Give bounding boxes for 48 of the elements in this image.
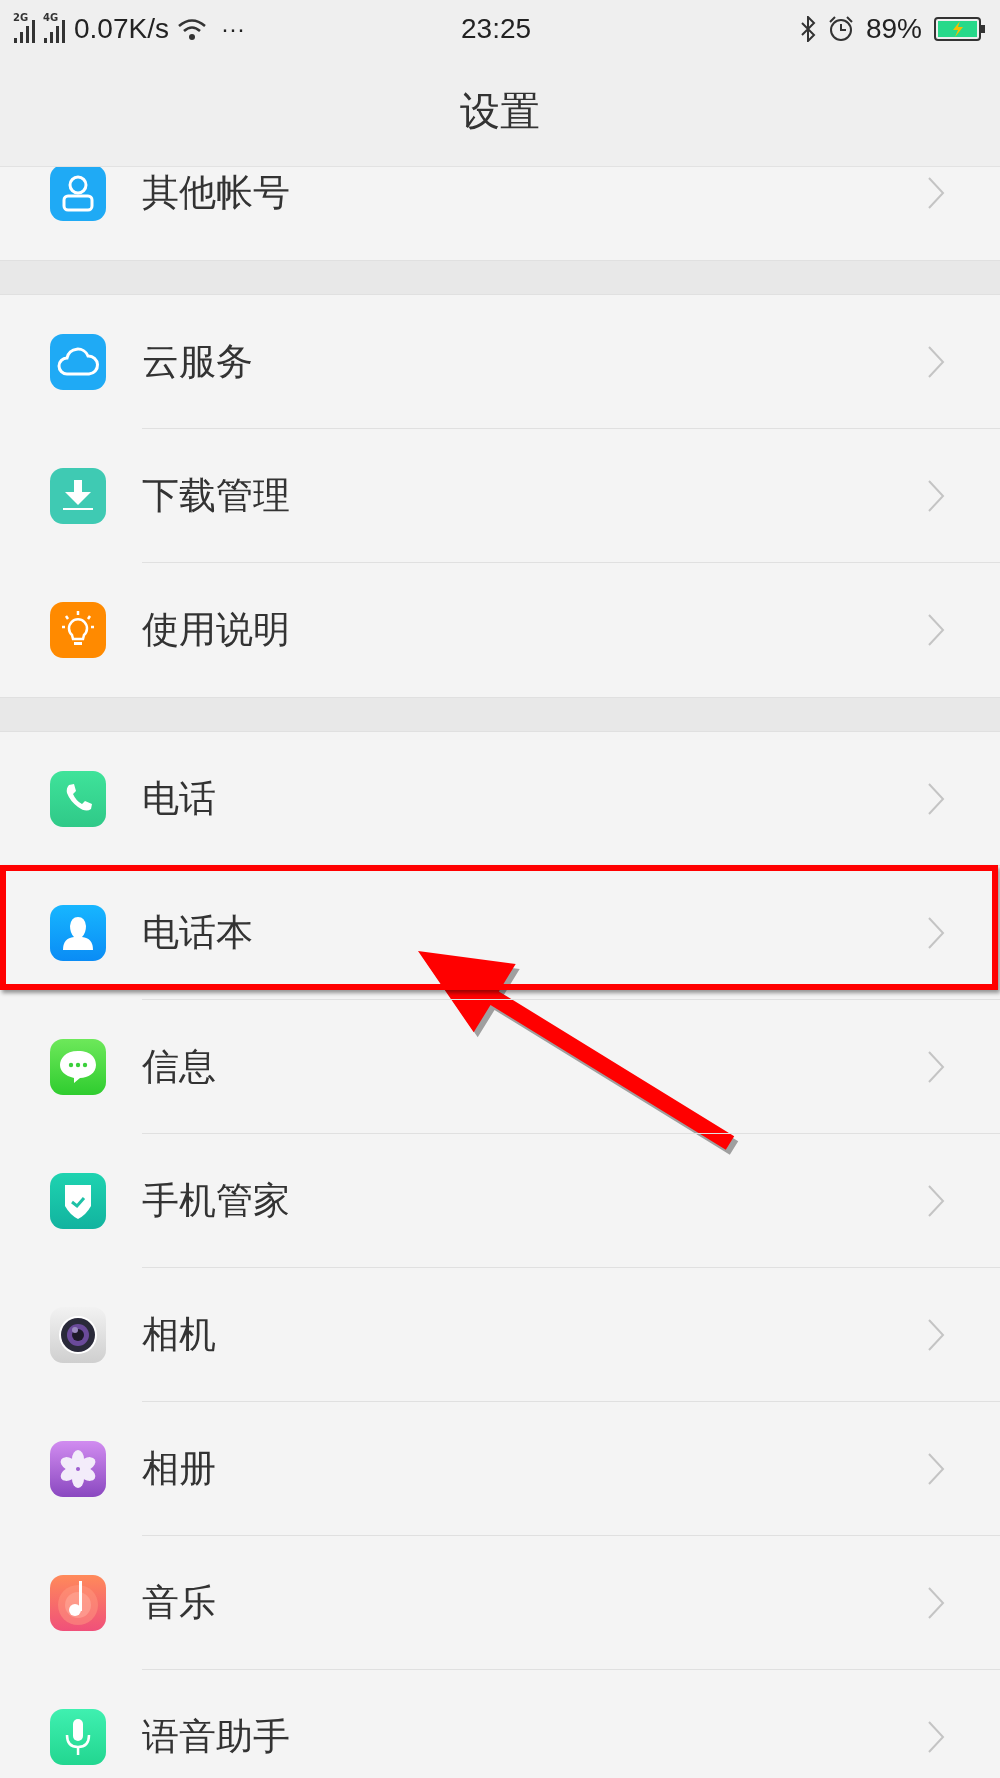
- more-indicator: ···: [220, 14, 245, 43]
- item-label: 语音助手: [142, 1714, 290, 1760]
- person-silhouette-icon: [50, 905, 106, 961]
- settings-item[interactable]: 其他帐号: [0, 167, 1000, 260]
- settings-item[interactable]: 使用说明: [0, 563, 1000, 697]
- item-label: 使用说明: [142, 607, 290, 653]
- item-label: 电话本: [142, 909, 253, 956]
- microphone-icon: [50, 1709, 106, 1765]
- network-type-label: 2G: [13, 11, 29, 23]
- bluetooth-icon: [799, 15, 816, 42]
- settings-item[interactable]: 相册: [0, 1402, 1000, 1536]
- settings-item[interactable]: 手机管家: [0, 1134, 1000, 1268]
- settings-item[interactable]: 音乐: [0, 1536, 1000, 1670]
- item-label: 信息: [142, 1043, 216, 1090]
- item-label: 相机: [142, 1311, 216, 1358]
- network-type-label: 4G: [43, 11, 59, 23]
- settings-item[interactable]: 电话本: [0, 866, 1000, 1000]
- chevron-right-icon: [926, 612, 946, 648]
- network-speed: 0.07K/s: [74, 12, 169, 45]
- settings-item[interactable]: 语音助手: [0, 1670, 1000, 1778]
- cloud-icon: [50, 334, 106, 390]
- settings-item[interactable]: 相机: [0, 1268, 1000, 1402]
- alarm-clock-icon: [827, 15, 854, 42]
- clock-time: 23:25: [461, 12, 532, 45]
- settings-item[interactable]: 信息: [0, 1000, 1000, 1134]
- settings-item[interactable]: 电话: [0, 732, 1000, 866]
- download-icon: [50, 468, 106, 524]
- item-label: 相册: [142, 1445, 216, 1492]
- music-note-icon: [50, 1575, 106, 1631]
- item-label: 云服务: [142, 338, 253, 385]
- battery-charging-icon: [934, 15, 986, 42]
- item-label: 电话: [142, 775, 216, 822]
- chevron-right-icon: [926, 1719, 946, 1755]
- speech-bubble-icon: [50, 1039, 106, 1095]
- battery-percent: 89%: [865, 12, 922, 45]
- shield-check-icon: [50, 1173, 106, 1229]
- flower-icon: [50, 1441, 106, 1497]
- phone-handset-icon: [50, 771, 106, 827]
- settings-item[interactable]: 云服务: [0, 295, 1000, 429]
- settings-item[interactable]: 下载管理: [0, 429, 1000, 563]
- page-title: 设置: [460, 87, 540, 136]
- item-label: 下载管理: [142, 472, 290, 519]
- wifi-icon: [176, 16, 207, 41]
- item-label: 其他帐号: [142, 170, 290, 216]
- chevron-right-icon: [926, 175, 946, 211]
- lightbulb-icon: [50, 602, 106, 658]
- item-label: 手机管家: [142, 1177, 290, 1224]
- item-label: 音乐: [142, 1579, 216, 1626]
